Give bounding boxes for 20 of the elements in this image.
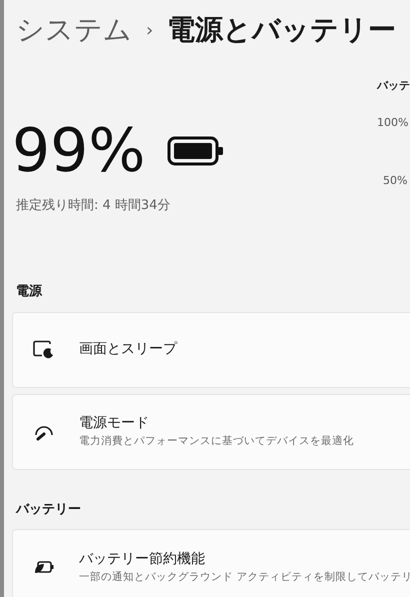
remaining-time: 推定残り時間: 4 時間34分 — [15, 197, 172, 215]
setting-description: 電力消費とパフォーマンスに基づいてデバイスを最適化 — [79, 434, 354, 450]
setting-description: 一部の通知とバックグラウンド アクティビティを制限してバッテリ — [79, 570, 410, 585]
settings-card[interactable]: バッテリー節約機能 一部の通知とバックグラウンド アクティビティを制限してバッテリ — [12, 529, 410, 597]
section-heading: バッテリー — [14, 500, 82, 518]
setting-title: 電源モード — [79, 414, 150, 434]
breadcrumb-separator: › — [146, 18, 154, 42]
battery-percentage: 99% — [12, 121, 146, 181]
settings-card[interactable]: 画面とスリープ — [12, 312, 410, 388]
chart-title: バッテ — [377, 78, 410, 94]
section-heading: 電源 — [15, 283, 44, 301]
breadcrumb-link[interactable]: システム — [16, 9, 132, 51]
page-title: 電源とバッテリー — [167, 12, 396, 48]
battery-icon — [167, 136, 226, 166]
settings-card[interactable]: 電源モード 電力消費とパフォーマンスに基づいてデバイスを最適化 — [12, 394, 410, 470]
setting-title: 画面とスリープ — [79, 340, 177, 359]
setting-title: バッテリー節約機能 — [79, 550, 206, 569]
monitor-moon-icon — [33, 340, 55, 360]
axis-label: 100% — [377, 114, 410, 130]
axis-label: 50% — [382, 173, 408, 189]
